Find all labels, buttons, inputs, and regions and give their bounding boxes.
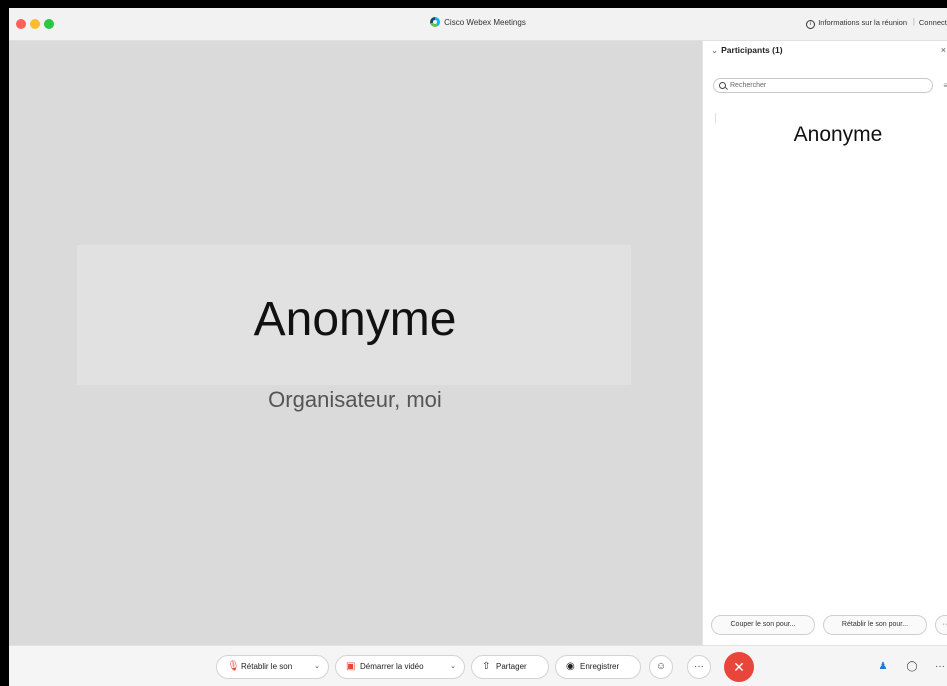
webex-window: Cisco Webex Meetings i Informations sur l… <box>9 8 947 686</box>
share-icon: ⇧ <box>482 661 491 672</box>
chevron-down-icon[interactable]: ⌄ <box>314 656 320 678</box>
close-icon[interactable]: × <box>941 45 946 55</box>
participants-icon: ♟ <box>878 661 888 672</box>
app-title-text: Cisco Webex Meetings <box>444 18 526 27</box>
panel-more-button[interactable]: ··· <box>935 615 947 635</box>
meeting-controls: 🎙 Rétablir le son ⌄ ▣ Démarrer la vidéo … <box>9 645 947 686</box>
chat-button[interactable]: ◯ <box>900 655 924 679</box>
unmute-all-button[interactable]: Rétablir le son pour... <box>823 615 927 635</box>
list-divider <box>715 113 716 123</box>
webex-logo-icon <box>430 17 441 27</box>
participants-toggle-button[interactable]: ♟ <box>871 655 895 679</box>
record-button[interactable]: ◉ Enregistrer <box>555 655 641 679</box>
start-video-button[interactable]: ▣ Démarrer la vidéo ⌄ <box>335 655 465 679</box>
main-participant-name: Anonyme <box>253 293 457 346</box>
participant-search-input[interactable]: Rechercher <box>713 78 933 93</box>
info-icon: i <box>806 20 816 29</box>
leave-meeting-button[interactable]: ✕ <box>724 652 754 682</box>
main-participant-role: Organisateur, moi <box>268 387 442 412</box>
main-stage: Anonyme Organisateur, moi <box>9 41 701 645</box>
chevron-down-icon[interactable]: ⌄ <box>450 656 456 678</box>
mic-muted-icon: 🎙 <box>227 661 240 672</box>
participants-title: Participants (1) <box>721 45 783 55</box>
panels-more-button[interactable]: ··· <box>928 655 947 679</box>
share-label: Partager <box>496 662 527 671</box>
unmute-button[interactable]: 🎙 Rétablir le son ⌄ <box>216 655 329 679</box>
start-video-label: Démarrer la vidéo <box>360 662 424 671</box>
record-icon: ◉ <box>566 661 575 672</box>
search-placeholder: Rechercher <box>730 82 767 89</box>
title-bar: Cisco Webex Meetings i Informations sur l… <box>9 8 947 41</box>
leave-icon: ✕ <box>733 659 745 675</box>
search-icon <box>719 82 726 89</box>
participants-header[interactable]: ⌄ Participants (1) <box>711 45 783 56</box>
participants-panel: ⌄ Participants (1) × Rechercher ≡ Anonyme… <box>702 41 947 645</box>
reactions-button[interactable]: ☺ <box>649 655 673 679</box>
sort-icon[interactable]: ≡ <box>943 81 947 90</box>
share-button[interactable]: ⇧ Partager <box>471 655 549 679</box>
title-separator: | <box>912 17 915 26</box>
record-label: Enregistrer <box>580 662 620 671</box>
connection-status[interactable]: Connecté <box>919 18 947 27</box>
smiley-icon: ☺ <box>655 661 667 672</box>
mute-all-button[interactable]: Couper le son pour... <box>711 615 815 635</box>
video-off-icon: ▣ <box>346 661 356 672</box>
chevron-down-icon: ⌄ <box>711 45 719 55</box>
more-options-button[interactable]: ··· <box>687 655 711 679</box>
meeting-info-button[interactable]: i Informations sur la réunion <box>806 18 907 29</box>
meeting-info-label: Informations sur la réunion <box>818 18 907 27</box>
unmute-label: Rétablir le son <box>241 662 293 671</box>
participant-list-item[interactable]: Anonyme <box>703 123 947 147</box>
chat-icon: ◯ <box>906 661 918 672</box>
